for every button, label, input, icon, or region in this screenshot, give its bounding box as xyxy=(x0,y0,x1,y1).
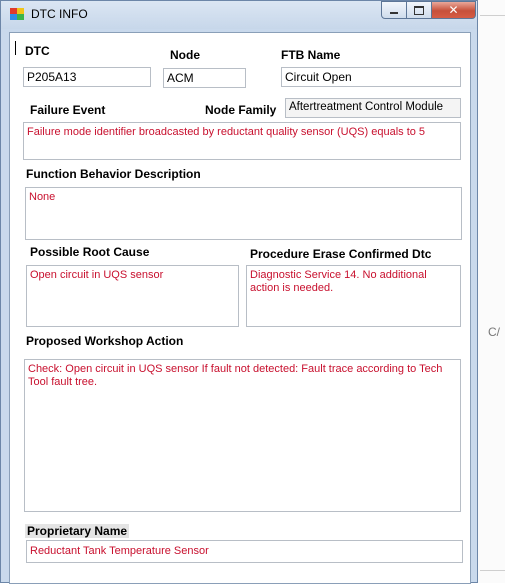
procedure-erase-label: Procedure Erase Confirmed Dtc xyxy=(250,247,432,261)
possible-root-cause-label: Possible Root Cause xyxy=(30,245,150,259)
window-title: DTC INFO xyxy=(31,7,88,21)
dtc-field[interactable]: P205A13 xyxy=(23,67,151,87)
app-icon xyxy=(10,8,24,20)
possible-root-cause-field[interactable]: Open circuit in UQS sensor xyxy=(26,265,239,327)
node-family-label: Node Family xyxy=(205,103,277,117)
function-behavior-field[interactable]: None xyxy=(25,187,462,240)
node-family-field[interactable]: Aftertreatment Control Module xyxy=(285,98,461,118)
form-client-area: DTC P205A13 Node ACM FTB Name Circuit Op… xyxy=(9,32,471,584)
node-label: Node xyxy=(170,48,200,62)
minimize-button[interactable] xyxy=(381,1,407,19)
background-divider xyxy=(480,570,505,571)
maximize-icon xyxy=(414,5,424,15)
minimize-icon xyxy=(390,12,398,14)
proposed-workshop-action-label: Proposed Workshop Action xyxy=(26,334,184,348)
function-behavior-label: Function Behavior Description xyxy=(26,167,201,181)
title-bar[interactable]: DTC INFO ✕ xyxy=(1,1,477,29)
proprietary-name-label: Proprietary Name xyxy=(25,524,130,538)
text-caret xyxy=(15,41,16,55)
background-divider xyxy=(480,15,505,16)
dtc-label: DTC xyxy=(25,44,50,58)
close-icon: ✕ xyxy=(448,3,459,17)
maximize-button[interactable] xyxy=(407,1,432,19)
ftb-name-label: FTB Name xyxy=(281,48,341,62)
close-button[interactable]: ✕ xyxy=(432,1,476,19)
proposed-workshop-action-field[interactable]: Check: Open circuit in UQS sensor If fau… xyxy=(24,359,461,512)
failure-event-label: Failure Event xyxy=(30,103,106,117)
dtc-info-window: DTC INFO ✕ DTC P205A13 Node ACM FTB Name… xyxy=(0,0,478,584)
procedure-erase-field[interactable]: Diagnostic Service 14. No additional act… xyxy=(246,265,461,327)
ftb-name-field[interactable]: Circuit Open xyxy=(281,67,461,87)
proprietary-name-field[interactable]: Reductant Tank Temperature Sensor xyxy=(26,540,463,563)
background-text: C/ xyxy=(488,325,500,339)
failure-event-field[interactable]: Failure mode identifier broadcasted by r… xyxy=(23,122,461,160)
node-field[interactable]: ACM xyxy=(163,68,246,88)
caption-buttons: ✕ xyxy=(381,1,476,20)
